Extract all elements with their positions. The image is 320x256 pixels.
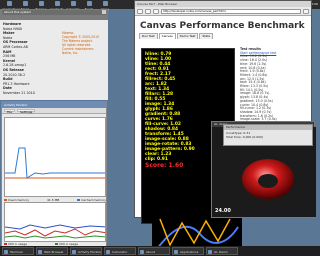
- browse-launcher[interactable]: Browse: [34, 1, 48, 11]
- gl-perf-mini-lines: ConstType: 0.31 Total time: 0.000 (0.000…: [224, 130, 312, 140]
- contacts-launcher[interactable]: Contacts: [50, 1, 64, 11]
- tab-stats[interactable]: Stats: [199, 33, 214, 39]
- back-button[interactable]: [137, 8, 143, 14]
- close-icon: [102, 1, 108, 6]
- memory-chart: [4, 117, 106, 197]
- gl-perf-mini-window: Performance ConstType: 0.31 Total time: …: [223, 124, 313, 146]
- tab-canvas[interactable]: Canvas: [158, 33, 176, 39]
- cpu-chart: [4, 202, 106, 242]
- go-button[interactable]: [303, 8, 309, 14]
- applications-icon: [174, 250, 178, 254]
- cpu-chart-svg: [5, 203, 105, 241]
- task-terminal[interactable]: Terminal: [2, 247, 34, 255]
- task-calculator[interactable]: Calculator: [104, 247, 136, 255]
- maemo-title: Maemo Copyright © 2005-2010 The Maemo pr…: [62, 31, 100, 56]
- benchmark-results: hline: 0.79 vline: 1.00 tline: 0.44 rect…: [145, 52, 195, 169]
- about-icon: [140, 250, 144, 254]
- calendar-launcher[interactable]: Calendar: [66, 1, 80, 11]
- taskbar: Terminal Web Browser Activity Monitor Ca…: [0, 246, 320, 256]
- gl-perf-line-2: Total time: 0.000 (0.000): [226, 135, 264, 139]
- about-right-text: Maemo Copyright © 2005-2010 The Maemo pr…: [60, 30, 106, 100]
- monitor-tabs: File Settings: [2, 108, 106, 114]
- about-window-header: About this system: [0, 9, 108, 20]
- cached-memory-swatch: [77, 199, 81, 201]
- tab-settings[interactable]: Settings: [17, 109, 36, 114]
- feeds-launcher[interactable]: Feeds: [82, 1, 96, 11]
- score: Score: 1.60: [145, 162, 184, 169]
- email-launcher[interactable]: Email: [18, 1, 32, 11]
- web-browser-icon: [38, 250, 42, 254]
- activity-monitor-window: Activity Monitor File Settings Used memo…: [1, 101, 107, 256]
- browser-toolbar: http://developer.nokia.com/canvas_perf.h…: [135, 7, 311, 16]
- forward-button[interactable]: [145, 8, 151, 14]
- task-gl-demo[interactable]: GL Demo: [206, 247, 238, 255]
- contacts-icon: [54, 1, 60, 6]
- task-applications[interactable]: Applications: [172, 247, 204, 255]
- calculator-icon: [106, 250, 110, 254]
- close-launcher[interactable]: Close: [98, 1, 112, 11]
- task-web-browser[interactable]: Web Browser: [36, 247, 68, 255]
- applications-launcher[interactable]: Applications: [2, 1, 20, 11]
- gl-demo-icon: [208, 250, 212, 254]
- task-activity-monitor[interactable]: Activity Monitor: [70, 247, 102, 255]
- task-about[interactable]: About: [138, 247, 170, 255]
- tab-file[interactable]: File: [4, 109, 16, 114]
- tab-demo-test[interactable]: Demo Test: [176, 33, 199, 39]
- page-tabs: Run Test Canvas Demo Test Stats: [139, 33, 311, 39]
- calendar-icon: [70, 1, 76, 6]
- close-icon[interactable]: [102, 10, 106, 14]
- used-memory-swatch: [4, 199, 7, 201]
- address-bar[interactable]: http://developer.nokia.com/canvas_perf.h…: [161, 8, 301, 14]
- app-icon: [6, 1, 12, 6]
- memory-chart-svg: [5, 118, 105, 196]
- tab-run-test[interactable]: Run Test: [139, 33, 158, 39]
- page-title: Canvas Performance Benchmark: [140, 21, 305, 31]
- fps-readout: 24.00: [215, 208, 231, 214]
- terminal-icon: [4, 250, 8, 254]
- activity-monitor-icon: [72, 250, 76, 254]
- reload-button[interactable]: [153, 8, 159, 14]
- feeds-icon: [86, 1, 92, 6]
- about-window-title: About this system: [2, 10, 106, 15]
- email-icon: [22, 1, 28, 6]
- browse-icon: [38, 1, 44, 6]
